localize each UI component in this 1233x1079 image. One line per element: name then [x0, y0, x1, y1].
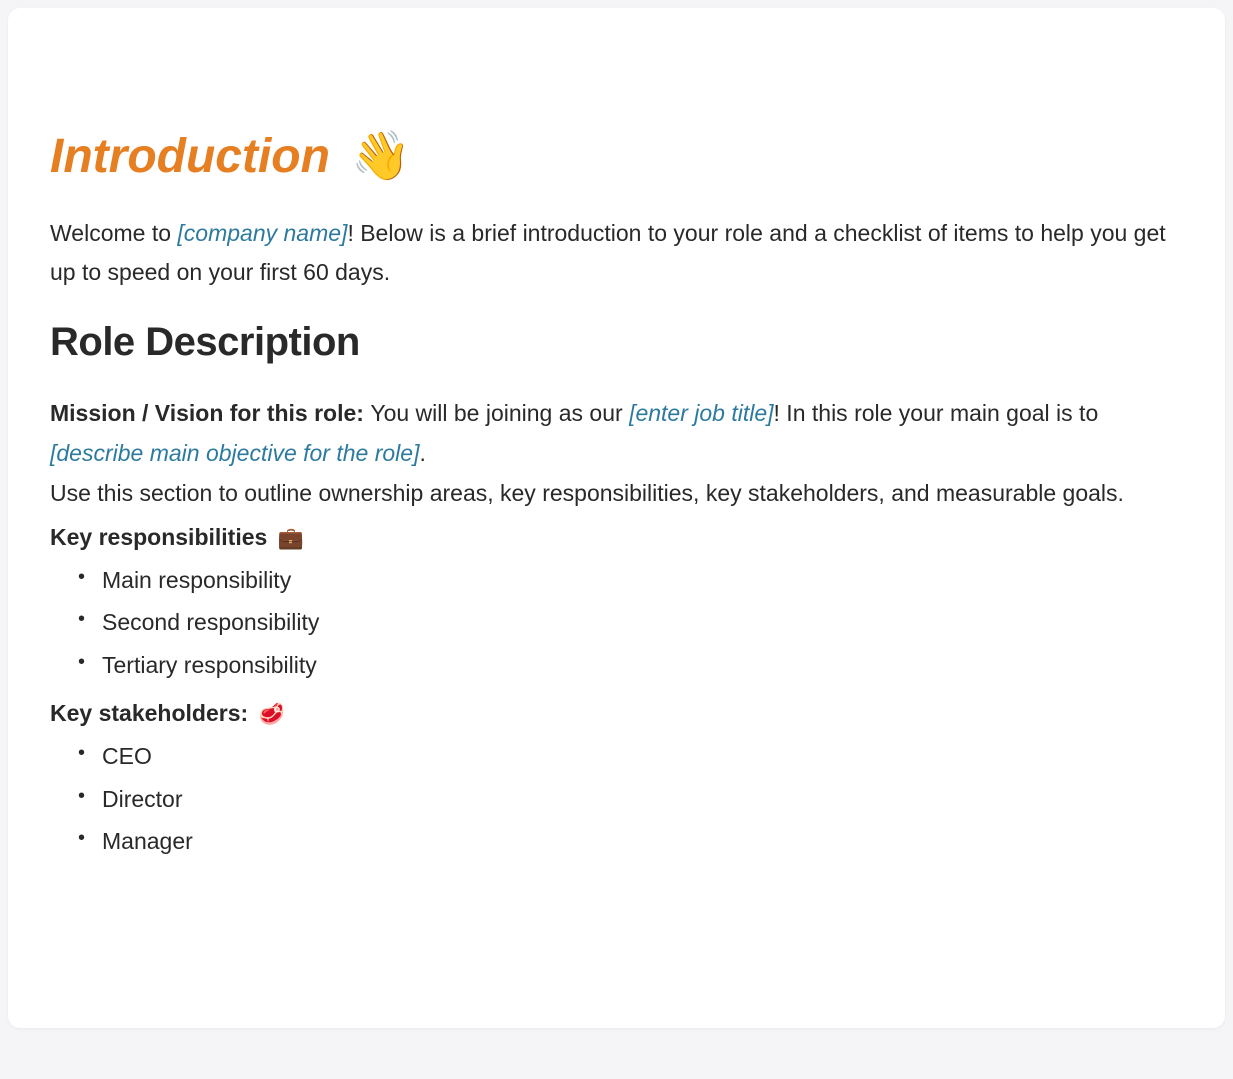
guidance-text[interactable]: Use this section to outline ownership ar…: [50, 473, 1183, 513]
list-item[interactable]: Main responsibility: [78, 559, 1183, 602]
job-title-placeholder[interactable]: [enter job title]: [629, 400, 773, 426]
role-description-heading[interactable]: Role Description: [50, 320, 1183, 365]
welcome-prefix: Welcome to: [50, 220, 177, 246]
list-item[interactable]: Tertiary responsibility: [78, 644, 1183, 687]
responsibilities-label-text: Key responsibilities: [50, 524, 267, 550]
mission-mid: ! In this role your main goal is to: [774, 400, 1099, 426]
introduction-heading-text: Introduction: [50, 130, 330, 183]
mission-vision-block[interactable]: Mission / Vision for this role: You will…: [50, 393, 1183, 474]
introduction-heading[interactable]: Introduction 👋: [50, 128, 1183, 186]
document-page[interactable]: Introduction 👋 Welcome to [company name]…: [8, 8, 1225, 1028]
mission-period: .: [419, 440, 425, 466]
mission-prefix: You will be joining as our: [370, 400, 629, 426]
list-item[interactable]: CEO: [78, 735, 1183, 778]
briefcase-icon: 💼: [278, 527, 304, 550]
welcome-paragraph[interactable]: Welcome to [company name]! Below is a br…: [50, 214, 1183, 292]
stakeholders-label-text: Key stakeholders:: [50, 700, 248, 726]
list-item[interactable]: Manager: [78, 820, 1183, 863]
list-item[interactable]: Second responsibility: [78, 601, 1183, 644]
company-name-placeholder[interactable]: [company name]: [177, 220, 347, 246]
responsibilities-list[interactable]: Main responsibility Second responsibilit…: [50, 559, 1183, 687]
meat-icon: 🥩: [259, 703, 285, 726]
objective-placeholder[interactable]: [describe main objective for the role]: [50, 440, 419, 466]
stakeholders-list[interactable]: CEO Director Manager: [50, 735, 1183, 863]
wave-icon: 👋: [351, 130, 411, 183]
mission-label: Mission / Vision for this role:: [50, 400, 370, 426]
list-item[interactable]: Director: [78, 778, 1183, 821]
stakeholders-label[interactable]: Key stakeholders: 🥩: [50, 694, 1183, 733]
responsibilities-label[interactable]: Key responsibilities 💼: [50, 518, 1183, 557]
